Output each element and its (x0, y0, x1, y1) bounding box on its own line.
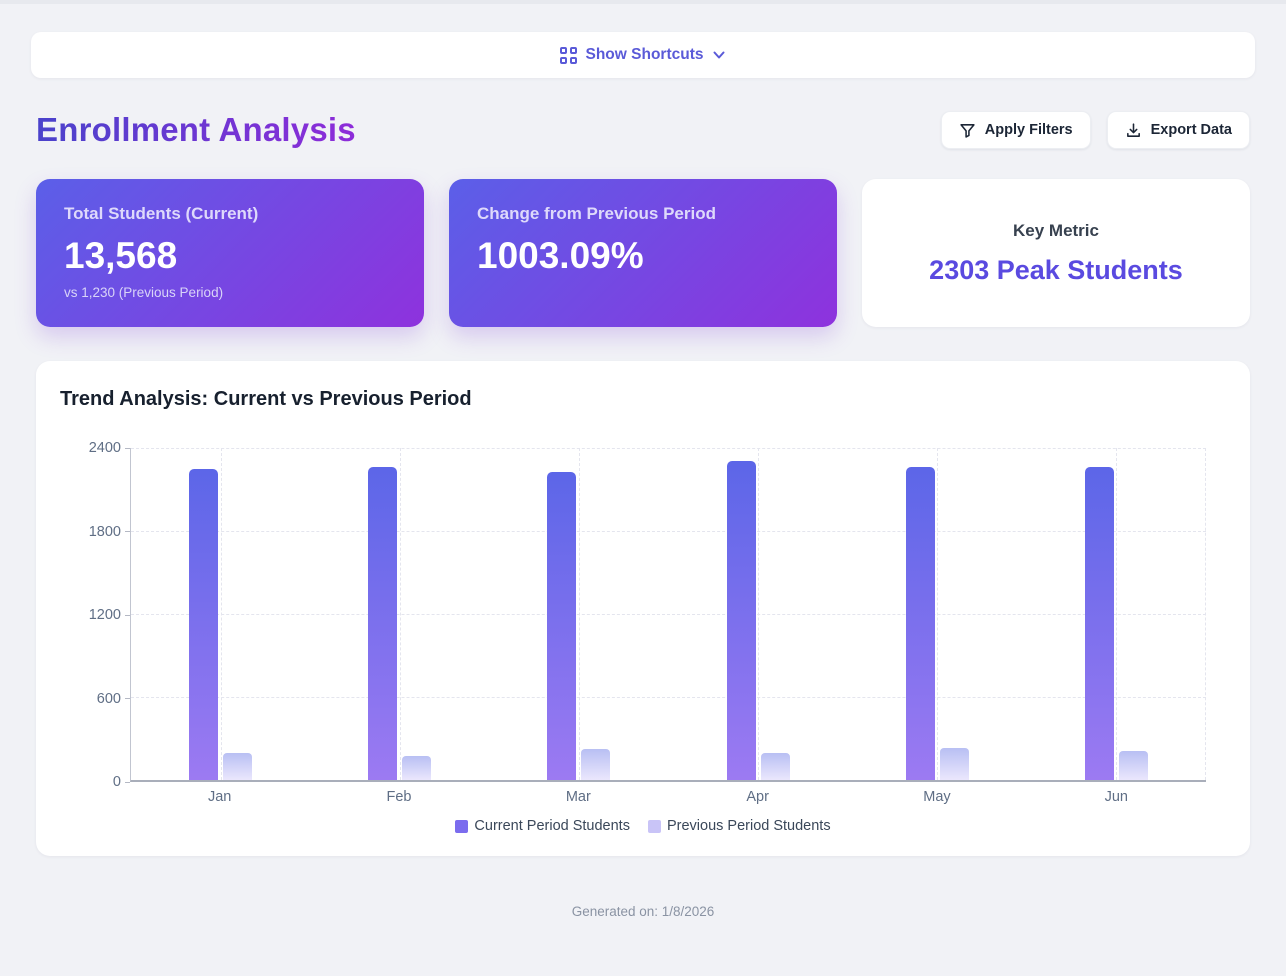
header-actions: Apply Filters Export Data (940, 111, 1250, 149)
page-header: Enrollment Analysis Apply Filters Export… (36, 111, 1250, 149)
bar-group (310, 448, 489, 780)
y-axis-label: 1800 (89, 524, 130, 540)
bar-previous-period[interactable] (581, 749, 611, 780)
legend-item[interactable]: Current Period Students (455, 818, 630, 834)
gridline-vertical (220, 448, 222, 780)
bar-current-period[interactable] (547, 471, 577, 780)
x-axis-label: Mar (565, 789, 591, 805)
bar-previous-period[interactable] (223, 752, 253, 780)
legend-label: Current Period Students (474, 818, 630, 834)
legend-label: Previous Period Students (666, 818, 831, 834)
gridline-vertical (758, 448, 760, 780)
stat-card-key-metric: Key Metric 2303 Peak Students (862, 179, 1250, 327)
bar-current-period[interactable] (189, 469, 219, 780)
apply-filters-button[interactable]: Apply Filters (940, 111, 1091, 149)
y-axis-label: 2400 (89, 440, 130, 456)
shortcuts-bar: Show Shortcuts (31, 32, 1255, 78)
bar-current-period[interactable] (726, 461, 756, 780)
bar-previous-period[interactable] (939, 747, 969, 780)
x-axis-label: Jun (1104, 789, 1128, 805)
bar-current-period[interactable] (1084, 466, 1114, 780)
export-data-label: Export Data (1150, 122, 1232, 138)
bar-current-period[interactable] (368, 466, 398, 780)
plot-area[interactable] (130, 448, 1206, 782)
export-data-button[interactable]: Export Data (1106, 111, 1250, 149)
x-axis-label: May (923, 789, 951, 805)
gridline-vertical (399, 448, 401, 780)
gridline-vertical (1205, 448, 1206, 780)
show-shortcuts-button[interactable]: Show Shortcuts (559, 46, 727, 64)
download-icon (1126, 122, 1140, 137)
legend-item[interactable]: Previous Period Students (647, 818, 831, 834)
x-axis-label: Feb (386, 789, 412, 805)
bar-group (848, 448, 1027, 780)
stats-row: Total Students (Current) 13,568 vs 1,230… (36, 179, 1250, 327)
y-axis-label: 600 (97, 691, 130, 707)
gridline-vertical (1116, 448, 1118, 780)
bar-group (669, 448, 848, 780)
bar-group (489, 448, 668, 780)
bar-group (1027, 448, 1206, 780)
bar-previous-period[interactable] (1118, 750, 1148, 780)
gridline-vertical (937, 448, 939, 780)
bar-chart: 2400 1800 1200 600 0 (89, 440, 1206, 790)
apply-filters-label: Apply Filters (984, 122, 1073, 138)
stat-value: 1003.09% (477, 235, 644, 276)
bar-previous-period[interactable] (402, 756, 432, 780)
chart-legend: Current Period Students Previous Period S… (60, 818, 1226, 834)
legend-swatch (455, 819, 469, 833)
stat-value: 13,568 (64, 235, 178, 276)
dashboard-page: Show Shortcuts Enrollment Analysis Apply… (0, 4, 1286, 919)
trend-chart-card: Trend Analysis: Current vs Previous Peri… (36, 361, 1250, 856)
stat-subtext: vs 1,230 (Previous Period) (64, 284, 224, 300)
x-axis-label: Jan (207, 789, 232, 805)
key-metric-label: Key Metric (1013, 220, 1099, 240)
generated-timestamp: Generated on: 1/8/2026 (571, 904, 715, 919)
bar-previous-period[interactable] (760, 753, 790, 780)
stat-card-total-students: Total Students (Current) 13,568 vs 1,230… (36, 179, 424, 327)
x-axis-label: Apr (746, 789, 769, 805)
stat-label: Change from Previous Period (477, 204, 716, 223)
y-axis-label: 0 (113, 774, 130, 790)
y-axis-label: 1200 (89, 607, 130, 623)
page-title: Enrollment Analysis (36, 111, 356, 148)
chart-title: Trend Analysis: Current vs Previous Peri… (60, 388, 472, 410)
bar-group (131, 448, 310, 780)
legend-swatch (647, 819, 661, 833)
grid-icon (559, 46, 577, 64)
stat-label: Total Students (Current) (64, 204, 259, 223)
stat-card-change: Change from Previous Period 1003.09% (449, 179, 837, 327)
show-shortcuts-label: Show Shortcuts (585, 46, 704, 63)
filter-icon (960, 123, 975, 138)
chevron-down-icon (713, 51, 725, 59)
gridline-vertical (578, 448, 580, 780)
key-metric-value: 2303 Peak Students (929, 254, 1183, 285)
bar-current-period[interactable] (905, 467, 935, 780)
x-axis-labels: Jan Feb Mar Apr May Jun (130, 789, 1206, 805)
